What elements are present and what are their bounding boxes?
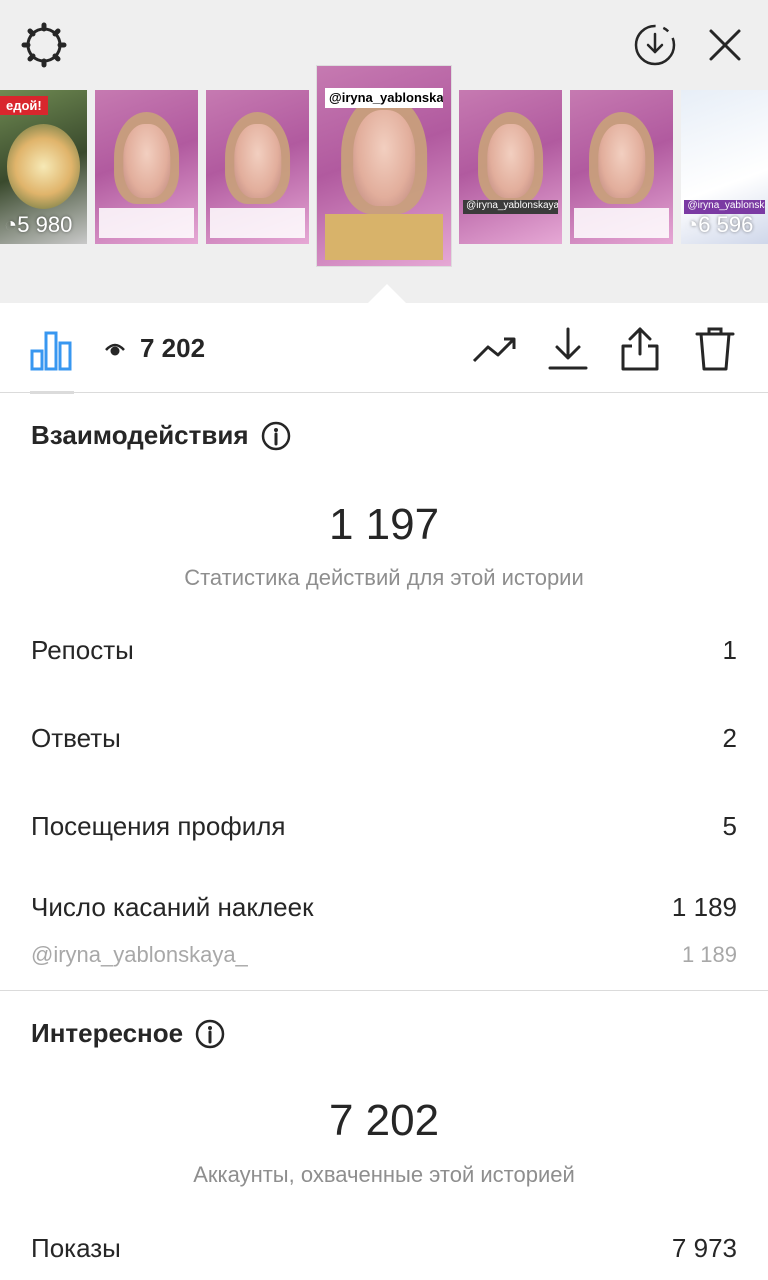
interactions-total: 1 197 [328, 500, 440, 549]
stat-row-sticker-taps: Число касаний наклеек 1 189 [31, 892, 737, 923]
stat-row-reposts: Репосты 1 [31, 635, 737, 666]
stat-value: 1 189 [681, 942, 737, 967]
story-thumbnail[interactable]: едой! ◔5 980 [0, 90, 87, 244]
story-toolbar: 7 202 [0, 303, 768, 394]
stat-label: Репосты [31, 635, 134, 665]
stat-row-replies: Ответы 2 [31, 723, 737, 754]
section-divider [0, 990, 768, 991]
discovery-heading: Интересное [31, 1018, 225, 1049]
story-views: ◔6 596 [685, 212, 754, 237]
story-thumbnail[interactable]: @iryna_yablonskaya ◔6 596 [681, 90, 768, 244]
download-icon[interactable] [543, 323, 593, 375]
stat-row-impressions: Показы 7 973 [31, 1233, 737, 1264]
trash-icon[interactable] [690, 323, 740, 375]
food-image [6, 123, 81, 209]
story-thumbnail[interactable] [570, 90, 673, 244]
tab-indicator [30, 391, 74, 394]
stat-label: Число касаний наклеек [31, 892, 314, 922]
views-number: 7 202 [140, 333, 206, 363]
username-sticker: @iryna_yablonskaya [463, 200, 558, 214]
stat-value: 2 [722, 723, 737, 753]
story-thumbnail[interactable]: @iryna_yablonskaya [459, 90, 562, 244]
interactions-heading: Взаимодействия [31, 420, 291, 451]
stat-value: 1 189 [671, 892, 737, 922]
info-icon[interactable] [261, 421, 291, 451]
story-tag: едой! [0, 96, 48, 115]
interactions-title: Взаимодействия [31, 420, 249, 450]
discovery-subtitle: Аккаунты, охваченные этой историей [193, 1162, 575, 1187]
stat-label: @iryna_yablonskaya_ [31, 942, 248, 967]
discovery-title: Интересное [31, 1018, 184, 1048]
bar-chart-icon[interactable] [26, 325, 76, 375]
stat-value: 1 [722, 635, 737, 665]
selection-pointer [367, 284, 407, 304]
story-thumbnail[interactable] [95, 90, 198, 244]
story-carousel-bar: едой! ◔5 980 @iryna_yablonskaya_ @iryna_… [0, 0, 768, 304]
stat-label: Показы [31, 1233, 121, 1263]
interactions-subtitle: Статистика действий для этой истории [184, 565, 584, 590]
trend-icon[interactable] [470, 327, 520, 373]
stat-value: 5 [722, 811, 737, 841]
gear-icon[interactable] [18, 22, 70, 68]
close-icon[interactable] [700, 20, 750, 70]
views-count: 7 202 [104, 333, 205, 364]
stat-value: 7 973 [671, 1233, 737, 1263]
story-thumbnail-active[interactable]: @iryna_yablonskaya_ [317, 66, 451, 266]
username-sticker: @iryna_yablonskaya_ [325, 88, 443, 108]
info-icon[interactable] [195, 1019, 225, 1049]
share-icon[interactable] [615, 323, 665, 375]
stat-label: Ответы [31, 723, 121, 753]
stat-row-profile-visits: Посещения профиля 5 [31, 811, 737, 842]
story-views: ◔5 980 [4, 212, 73, 237]
story-thumbnails: едой! ◔5 980 @iryna_yablonskaya_ @iryna_… [0, 66, 768, 270]
stat-row-sticker-mention: @iryna_yablonskaya_ 1 189 [31, 942, 737, 968]
discovery-total: 7 202 [328, 1096, 440, 1145]
download-circle-icon[interactable] [630, 20, 680, 70]
eye-icon [105, 343, 125, 355]
stat-label: Посещения профиля [31, 811, 286, 841]
story-thumbnail[interactable] [206, 90, 309, 244]
